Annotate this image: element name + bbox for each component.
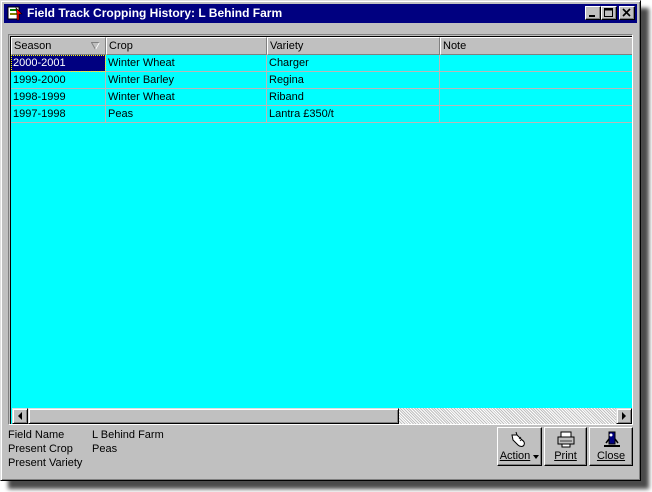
- column-header-note[interactable]: Note: [440, 37, 632, 55]
- cropping-history-window: Field Track Cropping History: L Behind F…: [0, 0, 641, 481]
- scrollbar-thumb[interactable]: [28, 408, 399, 424]
- cell-note[interactable]: [440, 89, 632, 106]
- print-button[interactable]: Print: [544, 427, 587, 466]
- exit-door-icon: [604, 431, 620, 447]
- cell-crop[interactable]: Winter Wheat: [106, 89, 267, 106]
- table-row[interactable]: 2000-2001 Winter Wheat Charger: [11, 55, 632, 72]
- column-header-crop[interactable]: Crop: [106, 37, 267, 55]
- chevron-down-icon: [533, 455, 539, 459]
- table-row[interactable]: 1999-2000 Winter Barley Regina: [11, 72, 632, 89]
- scroll-left-button[interactable]: [12, 408, 28, 424]
- present-crop-label: Present Crop: [8, 443, 73, 455]
- print-button-label: Print: [554, 450, 577, 462]
- field-name-label: Field Name: [8, 429, 65, 441]
- column-header-variety[interactable]: Variety: [267, 37, 440, 55]
- cell-crop[interactable]: Peas: [106, 106, 267, 123]
- title-bar[interactable]: Field Track Cropping History: L Behind F…: [4, 4, 637, 23]
- arrow-right-icon: [622, 412, 626, 420]
- present-variety-label: Present Variety: [8, 457, 83, 469]
- cell-season[interactable]: 1997-1998: [11, 106, 106, 123]
- maximize-icon: [604, 8, 613, 17]
- present-crop-value: Peas: [92, 443, 118, 455]
- cell-variety[interactable]: Charger: [267, 55, 440, 72]
- minimize-button[interactable]: [585, 6, 601, 20]
- sort-descending-icon: [91, 42, 100, 50]
- cell-crop[interactable]: Winter Barley: [106, 72, 267, 89]
- cell-variety[interactable]: Lantra £350/t: [267, 106, 440, 123]
- close-button[interactable]: Close: [589, 427, 633, 466]
- printer-icon: [557, 431, 575, 448]
- close-icon: [622, 8, 631, 17]
- action-button[interactable]: Action: [497, 427, 542, 466]
- maximize-button[interactable]: [601, 6, 617, 20]
- column-header-season[interactable]: Season: [11, 37, 106, 55]
- grid-header: Season Crop Variety Note: [11, 37, 632, 55]
- field-name-value: L Behind Farm: [92, 429, 164, 441]
- cell-variety[interactable]: Regina: [267, 72, 440, 89]
- close-window-button[interactable]: [619, 6, 635, 20]
- app-icon: [7, 6, 23, 21]
- scroll-right-button[interactable]: [616, 408, 632, 424]
- close-button-label: Close: [596, 450, 626, 462]
- table-row[interactable]: 1997-1998 Peas Lantra £350/t: [11, 106, 632, 123]
- cell-season[interactable]: 2000-2001: [11, 55, 106, 72]
- cell-season[interactable]: 1999-2000: [11, 72, 106, 89]
- cell-season[interactable]: 1998-1999: [11, 89, 106, 106]
- pointing-hand-icon: [511, 431, 525, 447]
- cell-crop[interactable]: Winter Wheat: [106, 55, 267, 72]
- minimize-icon: [589, 15, 595, 17]
- arrow-left-icon: [18, 412, 22, 420]
- cell-note[interactable]: [440, 72, 632, 89]
- window-title: Field Track Cropping History: L Behind F…: [27, 6, 283, 20]
- cell-note[interactable]: [440, 55, 632, 72]
- action-button-label: Action: [499, 450, 531, 462]
- table-row[interactable]: 1998-1999 Winter Wheat Riband: [11, 89, 632, 106]
- cropping-history-grid[interactable]: Season Crop Variety Note 2000-2001 Winte…: [8, 34, 633, 425]
- cell-note[interactable]: [440, 106, 632, 123]
- horizontal-scrollbar[interactable]: [12, 408, 632, 424]
- cell-variety[interactable]: Riband: [267, 89, 440, 106]
- grid-body[interactable]: Season Crop Variety Note 2000-2001 Winte…: [10, 36, 632, 424]
